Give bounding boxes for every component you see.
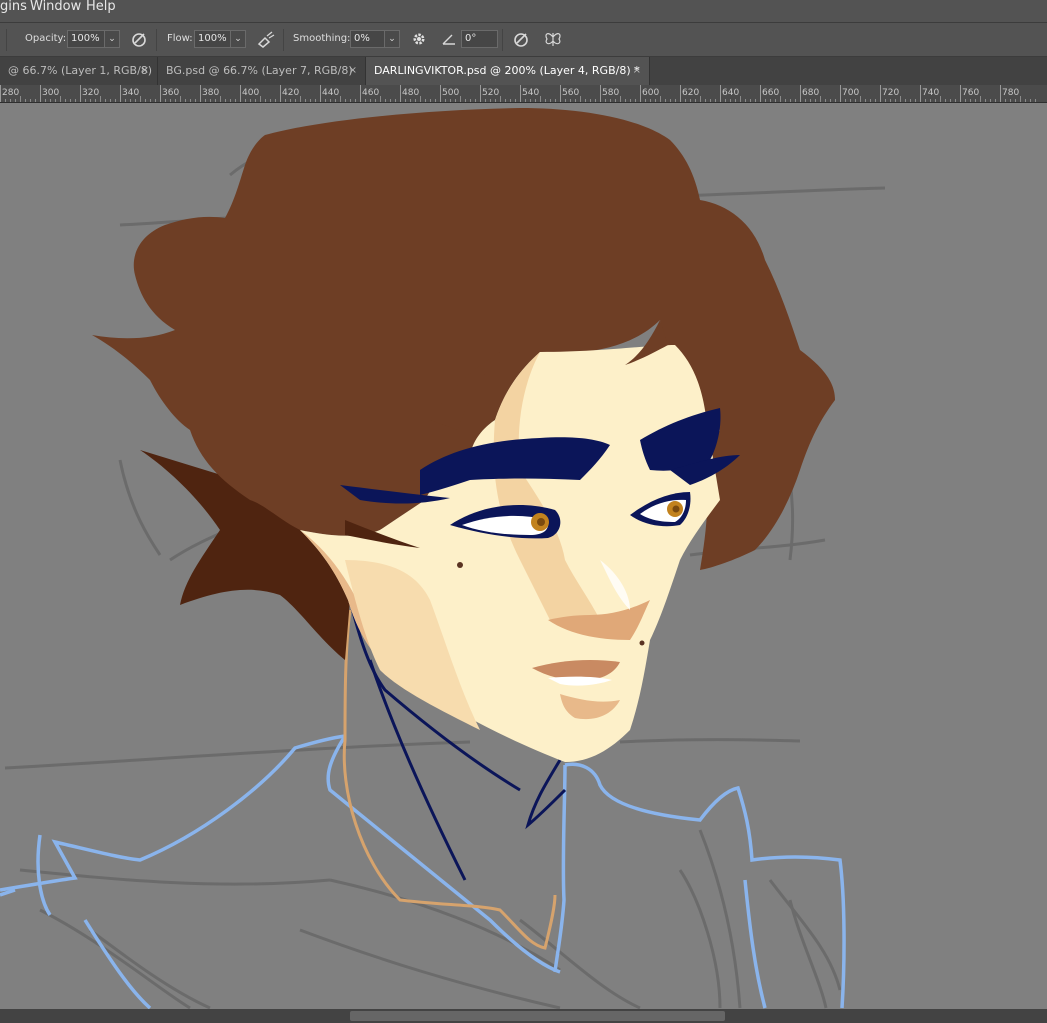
ruler-label: 280 <box>2 88 20 98</box>
pressure-size-icon[interactable] <box>511 29 531 49</box>
ruler-label: 620 <box>682 88 700 98</box>
opacity-dropdown[interactable]: ⌄ <box>104 30 120 48</box>
ruler-label: 360 <box>162 88 180 98</box>
ruler-label: 460 <box>362 88 380 98</box>
ruler-label: 680 <box>802 88 820 98</box>
menu-help[interactable]: Help <box>86 0 116 14</box>
flow-input[interactable]: 100% <box>194 30 233 48</box>
tab-layer1-doc[interactable]: @ 66.7% (Layer 1, RGB/8) × <box>0 57 158 85</box>
tab-label: DARLINGVIKTOR.psd @ 200% (Layer 4, RGB/8… <box>374 64 640 77</box>
ruler-label: 320 <box>82 88 100 98</box>
ruler-label: 600 <box>642 88 660 98</box>
ruler-label: 640 <box>722 88 740 98</box>
smoothing-input[interactable]: 0% <box>350 30 385 48</box>
ruler-label: 500 <box>442 88 460 98</box>
ruler-label: 540 <box>522 88 540 98</box>
smoothing-label: Smoothing: <box>293 33 351 44</box>
separator <box>502 29 503 51</box>
ruler-label: 780 <box>1002 88 1020 98</box>
separator <box>156 29 157 51</box>
ruler-label: 420 <box>282 88 300 98</box>
pressure-opacity-icon[interactable] <box>129 29 149 49</box>
left-pupil <box>537 518 545 526</box>
menu-plugins[interactable]: gins <box>0 0 27 14</box>
document-tab-bar: @ 66.7% (Layer 1, RGB/8) × BG.psd @ 66.7… <box>0 57 1047 85</box>
flow-dropdown[interactable]: ⌄ <box>230 30 246 48</box>
ruler-label: 400 <box>242 88 260 98</box>
separator <box>6 29 7 51</box>
tab-darlingviktor-psd[interactable]: DARLINGVIKTOR.psd @ 200% (Layer 4, RGB/8… <box>366 57 650 85</box>
tab-label: @ 66.7% (Layer 1, RGB/8) <box>8 64 153 77</box>
close-icon[interactable]: × <box>349 57 357 85</box>
close-icon[interactable]: × <box>141 57 149 85</box>
ruler-label: 580 <box>602 88 620 98</box>
ruler-label: 440 <box>322 88 340 98</box>
horizontal-scrollbar[interactable] <box>0 1009 1047 1023</box>
tool-options-bar: Opacity: 100% ⌄ Flow: 100% ⌄ Smoothing: … <box>0 23 1047 57</box>
ruler-label: 480 <box>402 88 420 98</box>
menu-bar: gins Window Help <box>0 0 1047 23</box>
ruler-label: 380 <box>202 88 220 98</box>
document-canvas[interactable] <box>0 103 1047 1009</box>
tab-label: BG.psd @ 66.7% (Layer 7, RGB/8) <box>166 64 353 77</box>
ruler-label: 340 <box>122 88 140 98</box>
smoothing-dropdown[interactable]: ⌄ <box>384 30 400 48</box>
menu-window[interactable]: Window <box>30 0 81 14</box>
flow-label: Flow: <box>167 33 193 44</box>
right-pupil <box>672 505 680 513</box>
ruler-label: 760 <box>962 88 980 98</box>
angle-icon <box>442 34 455 45</box>
beauty-mark <box>457 562 463 568</box>
ruler-label: 520 <box>482 88 500 98</box>
separator <box>283 29 284 51</box>
ruler-label: 740 <box>922 88 940 98</box>
horizontal-ruler[interactable]: 280 300 320 340 360 380 400 420 440 460 480 500 520 5… <box>0 85 1047 103</box>
ruler-label: 560 <box>562 88 580 98</box>
symmetry-butterfly-icon[interactable] <box>543 29 563 49</box>
angle-input[interactable]: 0° <box>461 30 498 48</box>
beauty-mark <box>639 640 645 646</box>
gear-icon[interactable] <box>409 29 429 49</box>
opacity-label: Opacity: <box>25 33 67 44</box>
airbrush-icon[interactable] <box>256 29 276 49</box>
scrollbar-thumb[interactable] <box>350 1011 725 1021</box>
ruler-label: 300 <box>42 88 60 98</box>
opacity-input[interactable]: 100% <box>67 30 106 48</box>
ruler-label: 700 <box>842 88 860 98</box>
ruler-label: 660 <box>762 88 780 98</box>
tab-bg-psd[interactable]: BG.psd @ 66.7% (Layer 7, RGB/8) × <box>158 57 366 85</box>
artwork-illustration <box>0 108 886 1009</box>
ruler-label: 720 <box>882 88 900 98</box>
close-icon[interactable]: × <box>633 57 641 85</box>
